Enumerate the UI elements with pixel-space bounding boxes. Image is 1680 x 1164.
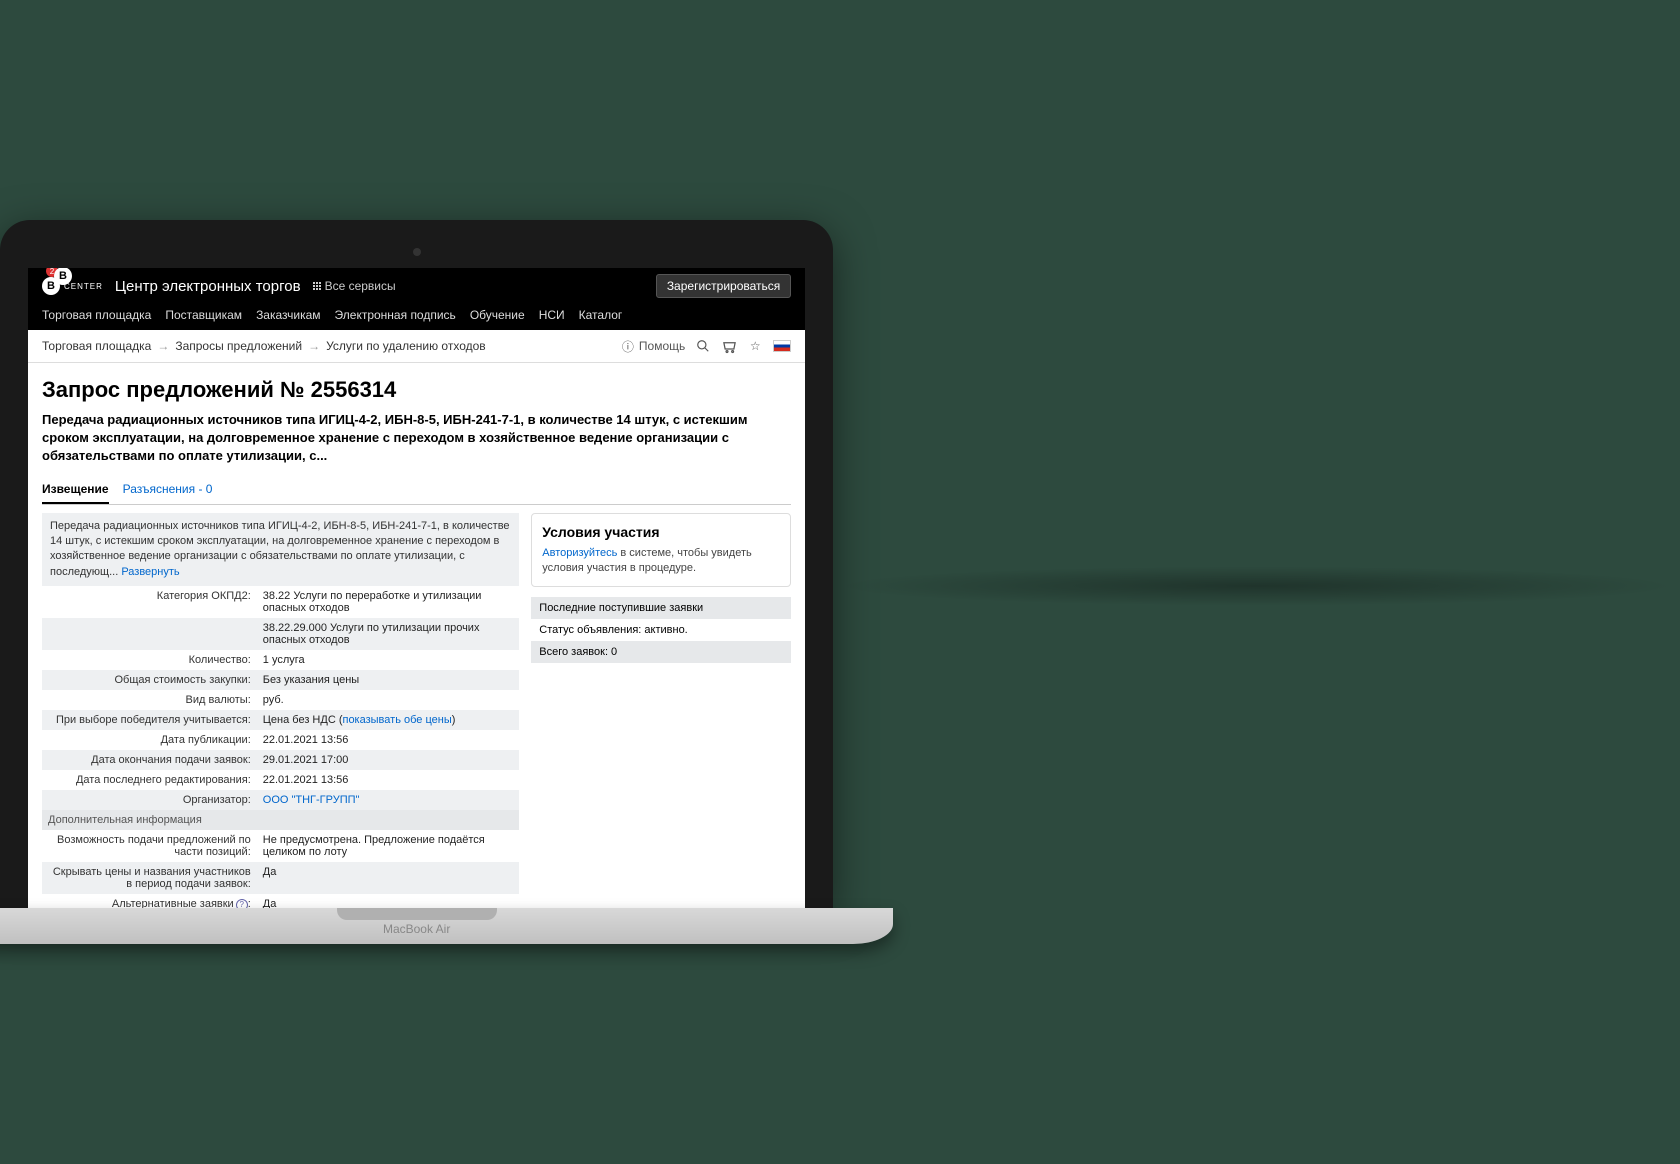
- summary-box: Передача радиационных источников типа ИГ…: [42, 513, 519, 587]
- recent-title: Последние поступившие заявки: [531, 597, 791, 619]
- table-row: Дата окончания подачи заявок:29.01.2021 …: [42, 750, 519, 770]
- nav-item[interactable]: Торговая площадка: [42, 308, 151, 322]
- field-label: Дата последнего редактирования:: [42, 770, 257, 790]
- field-value: Да: [257, 862, 520, 894]
- table-row: Альтернативные заявки?:Да: [42, 894, 519, 908]
- tab-notice[interactable]: Извещение: [42, 478, 109, 504]
- field-label: Дата окончания подачи заявок:: [42, 750, 257, 770]
- breadcrumb-item[interactable]: Торговая площадка: [42, 339, 151, 353]
- section-header: Дополнительная информация: [42, 810, 519, 830]
- breadcrumb-item[interactable]: Запросы предложений: [175, 339, 302, 353]
- help-icon[interactable]: ?: [236, 899, 248, 908]
- star-icon[interactable]: ☆: [747, 338, 763, 354]
- nav-item[interactable]: Электронная подпись: [335, 308, 456, 322]
- table-row: Категория ОКПД2:38.22 Услуги по перерабо…: [42, 586, 519, 618]
- nav-item[interactable]: Поставщикам: [165, 308, 242, 322]
- nav-item[interactable]: НСИ: [539, 308, 565, 322]
- status-text: Статус объявления: активно.: [531, 619, 791, 641]
- breadcrumb-item[interactable]: Услуги по удалению отходов: [326, 339, 486, 353]
- site-header: 2 B B CENTER Центр электронных торгов Вс…: [28, 268, 805, 330]
- table-row: Скрывать цены и названия участников в пе…: [42, 862, 519, 894]
- page-description: Передача радиационных источников типа ИГ…: [42, 411, 791, 466]
- field-label: Альтернативные заявки?:: [42, 894, 257, 908]
- table-row: Дата публикации:22.01.2021 13:56: [42, 730, 519, 750]
- conditions-card: Условия участия Авторизуйтесь в системе,…: [531, 513, 791, 588]
- field-label: Категория ОКПД2:: [42, 586, 257, 618]
- table-row: При выборе победителя учитывается:Цена б…: [42, 710, 519, 730]
- laptop-mockup: 2 B B CENTER Центр электронных торгов Вс…: [0, 220, 833, 944]
- site-title: Центр электронных торгов: [115, 278, 301, 295]
- camera-dot: [413, 248, 421, 256]
- tab-clarifications[interactable]: Разъяснения - 0: [123, 478, 213, 504]
- page-title: Запрос предложений № 2556314: [42, 377, 791, 403]
- expand-link[interactable]: Развернуть: [121, 566, 179, 578]
- field-label: [42, 618, 257, 650]
- field-label: При выборе победителя учитывается:: [42, 710, 257, 730]
- field-value: Без указания цены: [257, 670, 520, 690]
- field-label: Скрывать цены и названия участников в пе…: [42, 862, 257, 894]
- table-row: Общая стоимость закупки:Без указания цен…: [42, 670, 519, 690]
- help-link[interactable]: ⓘ Помощь: [620, 338, 685, 354]
- logo[interactable]: 2 B B CENTER: [42, 277, 103, 295]
- field-value: Не предусмотрена. Предложение подаётся ц…: [257, 830, 520, 862]
- table-row: Дата последнего редактирования:22.01.202…: [42, 770, 519, 790]
- tabs: Извещение Разъяснения - 0: [42, 478, 791, 505]
- all-services-link[interactable]: Все сервисы: [313, 279, 396, 293]
- register-button[interactable]: Зарегистрироваться: [656, 274, 791, 298]
- table-row: Вид валюты:руб.: [42, 690, 519, 710]
- field-value: руб.: [257, 690, 520, 710]
- cart-icon[interactable]: [721, 338, 737, 354]
- field-value: 1 услуга: [257, 650, 520, 670]
- additional-table: Возможность подачи предложений по части …: [42, 830, 519, 908]
- field-label: Дата публикации:: [42, 730, 257, 750]
- field-label: Общая стоимость закупки:: [42, 670, 257, 690]
- field-label: Организатор:: [42, 790, 257, 810]
- field-value: 38.22 Услуги по переработке и утилизации…: [257, 586, 520, 618]
- field-value: 29.01.2021 17:00: [257, 750, 520, 770]
- table-row: Возможность подачи предложений по части …: [42, 830, 519, 862]
- recent-bids: Последние поступившие заявки Статус объя…: [531, 597, 791, 663]
- table-row: Количество:1 услуга: [42, 650, 519, 670]
- inline-link[interactable]: ООО "ТНГ-ГРУПП": [263, 794, 360, 806]
- field-value: Цена без НДС (показывать обе цены): [257, 710, 520, 730]
- field-label: Количество:: [42, 650, 257, 670]
- field-value: ООО "ТНГ-ГРУПП": [257, 790, 520, 810]
- conditions-title: Условия участия: [542, 524, 780, 540]
- language-flag[interactable]: [773, 340, 791, 352]
- field-label: Возможность подачи предложений по части …: [42, 830, 257, 862]
- search-icon[interactable]: [695, 338, 711, 354]
- total-bids: Всего заявок: 0: [531, 641, 791, 663]
- main-nav: Торговая площадка Поставщикам Заказчикам…: [42, 302, 791, 330]
- details-table: Категория ОКПД2:38.22 Услуги по перерабо…: [42, 586, 519, 810]
- field-label: Вид валюты:: [42, 690, 257, 710]
- nav-item[interactable]: Обучение: [470, 308, 525, 322]
- field-value: 22.01.2021 13:56: [257, 770, 520, 790]
- table-row: Организатор: ООО "ТНГ-ГРУПП": [42, 790, 519, 810]
- field-value: 22.01.2021 13:56: [257, 730, 520, 750]
- help-icon: ⓘ: [620, 338, 636, 354]
- table-row: 38.22.29.000 Услуги по утилизации прочих…: [42, 618, 519, 650]
- auth-link[interactable]: Авторизуйтесь: [542, 547, 617, 559]
- shadow: [833, 566, 1680, 606]
- field-value: Да: [257, 894, 520, 908]
- field-value: 38.22.29.000 Услуги по утилизации прочих…: [257, 618, 520, 650]
- nav-item[interactable]: Заказчикам: [256, 308, 320, 322]
- inline-link[interactable]: показывать обе цены: [342, 714, 451, 726]
- grid-icon: [313, 282, 321, 290]
- nav-item[interactable]: Каталог: [579, 308, 623, 322]
- laptop-base: MacBook Air: [0, 908, 893, 944]
- breadcrumb-bar: Торговая площадка → Запросы предложений …: [28, 330, 805, 363]
